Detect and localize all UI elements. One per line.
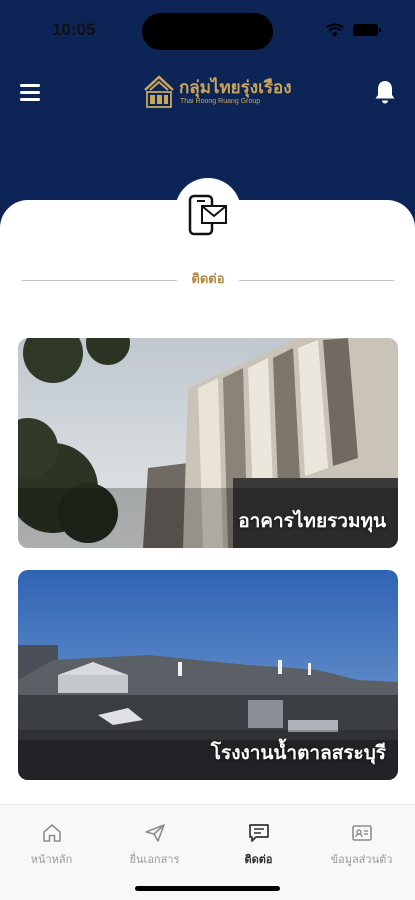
home-icon: [42, 824, 61, 842]
send-icon: [144, 824, 165, 842]
content-sheet: [0, 200, 415, 900]
tab-home[interactable]: หน้าหลัก: [0, 823, 103, 871]
tab-contact[interactable]: ติดต่อ: [207, 823, 310, 871]
menu-button[interactable]: [18, 81, 42, 103]
status-bar: 10:05: [0, 0, 415, 60]
status-time: 10:05: [52, 20, 96, 39]
company-logo: กลุ่มไทยรุ่งเรือง Thai Roong Ruang Group: [143, 72, 292, 114]
location-card-factory[interactable]: โรงงานน้ำตาลสระบุรี: [18, 570, 398, 780]
card-label: โรงงานน้ำตาลสระบุรี: [210, 742, 386, 764]
tab-label: ติดต่อ: [244, 853, 273, 866]
id-card-icon: [351, 825, 372, 841]
location-card-building[interactable]: อาคารไทยรวมทุน: [18, 338, 398, 548]
tab-label: ยื่นเอกสาร: [129, 853, 180, 866]
tab-label: ข้อมูลส่วนตัว: [330, 853, 393, 866]
tab-submit-document[interactable]: ยื่นเอกสาร: [103, 823, 206, 871]
home-indicator: [135, 886, 280, 891]
wifi-icon: [326, 23, 344, 37]
divider-right: [239, 280, 394, 281]
card-label: อาคารไทยรวมทุน: [238, 510, 386, 532]
battery-icon: [353, 24, 381, 36]
tab-profile[interactable]: ข้อมูลส่วนตัว: [310, 823, 413, 871]
message-icon: [248, 824, 269, 842]
logo-mark-icon: [144, 75, 174, 108]
divider-left: [22, 280, 177, 281]
logo-title: กลุ่มไทยรุ่งเรือง: [179, 78, 292, 98]
logo-subtitle: Thai Roong Ruang Group: [180, 98, 261, 105]
section-title: ติดต่อ: [191, 272, 225, 287]
phone-mail-icon: [188, 194, 227, 236]
dynamic-island: [142, 13, 273, 50]
bell-icon[interactable]: [373, 79, 397, 105]
tab-label: หน้าหลัก: [30, 853, 73, 866]
